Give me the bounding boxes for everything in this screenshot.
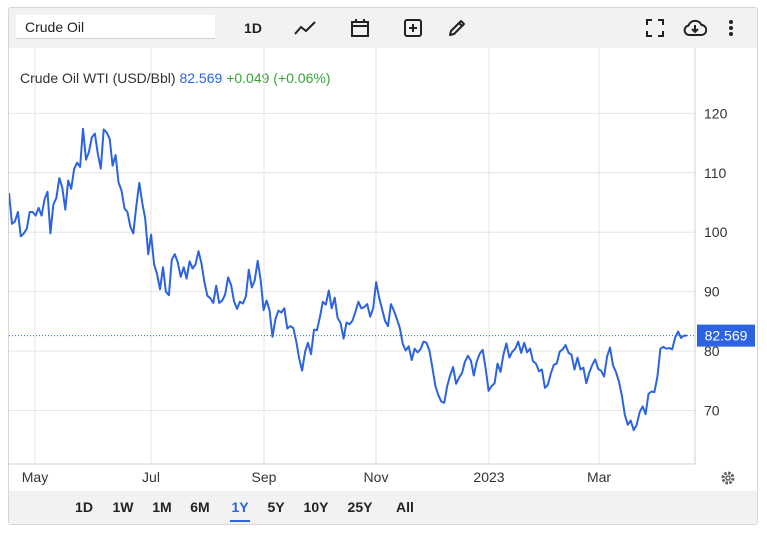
range-button-all[interactable]: All xyxy=(389,491,421,524)
range-button-5y[interactable]: 5Y xyxy=(263,491,289,524)
y-tick-label: 110 xyxy=(704,165,727,181)
range-button-1d[interactable]: 1D xyxy=(71,491,97,524)
y-tick-label: 120 xyxy=(704,105,728,121)
range-button-1w[interactable]: 1W xyxy=(110,491,136,524)
settings-gear-icon[interactable] xyxy=(721,471,735,485)
y-tick-label: 70 xyxy=(704,403,720,419)
price-series-line xyxy=(9,127,687,432)
y-tick-label: 100 xyxy=(704,224,728,240)
range-button-25y[interactable]: 25Y xyxy=(344,491,376,524)
range-button-1m[interactable]: 1M xyxy=(149,491,175,524)
x-tick-label: 2023 xyxy=(473,469,504,485)
range-button-1y[interactable]: 1Y xyxy=(227,491,253,524)
x-tick-label: Jul xyxy=(142,469,160,485)
x-tick-label: Sep xyxy=(252,469,277,485)
y-tick-label: 90 xyxy=(704,284,720,300)
x-tick-label: Mar xyxy=(587,469,611,485)
range-button-6m[interactable]: 6M xyxy=(187,491,213,524)
chart-widget: Crude Oil 1D Crude Oil WTI (USD/Bbl) 82.… xyxy=(8,7,758,525)
range-selector: 1D 1W 1M 6M 1Y 5Y 10Y 25Y All xyxy=(9,491,757,524)
x-tick-label: May xyxy=(22,469,48,485)
price-chart[interactable]: 708090100110120May Jul Sep Nov 2023 Mar82.569 xyxy=(9,8,757,492)
range-button-10y[interactable]: 10Y xyxy=(300,491,332,524)
last-price-label: 82.569 xyxy=(705,328,748,344)
x-tick-label: Nov xyxy=(364,469,389,485)
